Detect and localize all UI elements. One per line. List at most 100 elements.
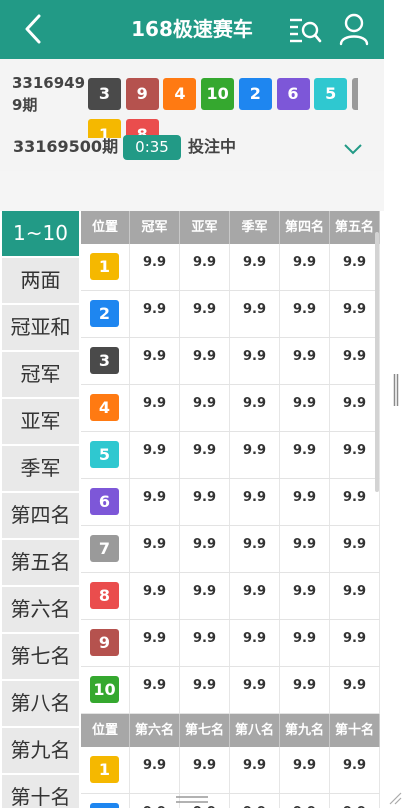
table-row: 5 9.9 9.9 9.9 9.9 9.9 [81, 432, 380, 479]
odds-cell[interactable]: 9.9 [330, 667, 380, 713]
odds-cell[interactable]: 9.9 [130, 432, 180, 478]
odds-cell[interactable]: 9.9 [280, 747, 330, 793]
table-header: 位置 冠军 亚军 季军 第四名 第五名 [81, 211, 380, 244]
odds-cell[interactable]: 9.9 [230, 526, 280, 572]
odds-cell[interactable]: 9.9 [230, 620, 280, 666]
odds-cell[interactable]: 9.9 [230, 479, 280, 525]
odds-cell[interactable]: 9.9 [330, 291, 380, 337]
odds-cell[interactable]: 9.9 [330, 244, 380, 290]
position-cell: 6 [81, 479, 130, 525]
odds-cell[interactable]: 9.9 [230, 338, 280, 384]
table-scrollbar[interactable] [375, 232, 379, 492]
odds-cell[interactable]: 9.9 [180, 573, 230, 619]
chevron-down-icon[interactable] [343, 141, 363, 155]
sidebar-item[interactable]: 第七名 [2, 634, 79, 679]
sidebar-item[interactable]: 第十名 [2, 775, 79, 808]
drag-handle-icon[interactable] [174, 790, 210, 803]
table-row: 4 9.9 9.9 9.9 9.9 9.9 [81, 385, 380, 432]
column-header: 第五名 [330, 211, 380, 244]
odds-cell[interactable]: 9.9 [230, 667, 280, 713]
odds-cell[interactable]: 9.9 [330, 794, 380, 808]
resize-corner-icon[interactable] [388, 790, 402, 805]
odds-cell[interactable]: 9.9 [280, 291, 330, 337]
odds-cell[interactable]: 9.9 [280, 667, 330, 713]
sidebar-item[interactable]: 第五名 [2, 540, 79, 585]
sidebar-item[interactable]: 季军 [2, 446, 79, 491]
number-badge: 2 [90, 803, 119, 808]
column-header: 季军 [230, 211, 280, 244]
draw-ball: 3 [88, 78, 121, 110]
odds-cell[interactable]: 9.9 [130, 338, 180, 384]
odds-cell[interactable]: 9.9 [280, 432, 330, 478]
odds-cell[interactable]: 9.9 [130, 291, 180, 337]
resize-grip-icon[interactable] [393, 374, 399, 406]
list-search-icon[interactable] [288, 14, 322, 44]
odds-cell[interactable]: 9.9 [230, 573, 280, 619]
odds-cell[interactable]: 9.9 [180, 526, 230, 572]
draw-ball: 5 [314, 78, 348, 110]
odds-cell[interactable]: 9.9 [180, 479, 230, 525]
odds-cell[interactable]: 9.9 [330, 620, 380, 666]
odds-cell[interactable]: 9.9 [180, 667, 230, 713]
table-row: 1 9.9 9.9 9.9 9.9 9.9 [81, 747, 380, 794]
sidebar-item[interactable]: 两面 [2, 258, 79, 303]
sidebar-item[interactable]: 第四名 [2, 493, 79, 538]
number-badge: 5 [90, 441, 119, 468]
odds-cell[interactable]: 9.9 [230, 432, 280, 478]
odds-cell[interactable]: 9.9 [230, 747, 280, 793]
odds-cell[interactable]: 9.9 [280, 479, 330, 525]
draw-ball: 2 [238, 78, 272, 110]
odds-cell[interactable]: 9.9 [330, 385, 380, 431]
user-icon[interactable] [338, 12, 370, 46]
odds-cell[interactable]: 9.9 [230, 291, 280, 337]
table-row: 8 9.9 9.9 9.9 9.9 9.9 [81, 573, 380, 620]
odds-cell[interactable]: 9.9 [280, 573, 330, 619]
odds-cell[interactable]: 9.9 [280, 620, 330, 666]
sidebar-item[interactable]: 第九名 [2, 728, 79, 773]
odds-cell[interactable]: 9.9 [330, 526, 380, 572]
odds-cell[interactable]: 9.9 [180, 432, 230, 478]
odds-cell[interactable]: 9.9 [280, 794, 330, 808]
odds-cell[interactable]: 9.9 [130, 747, 180, 793]
odds-cell[interactable]: 9.9 [180, 338, 230, 384]
odds-cell[interactable]: 9.9 [130, 794, 180, 808]
odds-cell[interactable]: 9.9 [180, 620, 230, 666]
odds-cell[interactable]: 9.9 [280, 338, 330, 384]
position-cell: 4 [81, 385, 130, 431]
odds-cell[interactable]: 9.9 [230, 385, 280, 431]
odds-cell[interactable]: 9.9 [130, 667, 180, 713]
sidebar-item[interactable]: 冠军 [2, 352, 79, 397]
odds-table: 位置 冠军 亚军 季军 第四名 第五名 1 9.9 9.9 9.9 9.9 9.9 2 9.9 9.9 9.9… [81, 211, 380, 808]
odds-cell[interactable]: 9.9 [280, 385, 330, 431]
column-header: 第九名 [280, 714, 330, 747]
number-badge: 7 [90, 535, 119, 562]
odds-cell[interactable]: 9.9 [130, 244, 180, 290]
odds-cell[interactable]: 9.9 [280, 244, 330, 290]
odds-cell[interactable]: 9.9 [230, 794, 280, 808]
sidebar-item[interactable]: 第八名 [2, 681, 79, 726]
sidebar-item[interactable]: 1~10 [2, 211, 79, 256]
odds-cell[interactable]: 9.9 [230, 244, 280, 290]
odds-cell[interactable]: 9.9 [330, 432, 380, 478]
odds-cell[interactable]: 9.9 [180, 747, 230, 793]
odds-cell[interactable]: 9.9 [130, 620, 180, 666]
odds-cell[interactable]: 9.9 [180, 385, 230, 431]
number-badge: 1 [90, 253, 119, 280]
odds-cell[interactable]: 9.9 [130, 479, 180, 525]
position-cell: 2 [81, 291, 130, 337]
odds-cell[interactable]: 9.9 [130, 385, 180, 431]
odds-cell[interactable]: 9.9 [330, 747, 380, 793]
odds-cell[interactable]: 9.9 [180, 291, 230, 337]
sidebar-item[interactable]: 亚军 [2, 399, 79, 444]
odds-cell[interactable]: 9.9 [180, 244, 230, 290]
odds-cell[interactable]: 9.9 [130, 573, 180, 619]
odds-cell[interactable]: 9.9 [330, 479, 380, 525]
column-header: 第十名 [330, 714, 380, 747]
sidebar-item[interactable]: 第六名 [2, 587, 79, 632]
odds-cell[interactable]: 9.9 [280, 526, 330, 572]
odds-cell[interactable]: 9.9 [330, 338, 380, 384]
draw-ball: 9 [125, 78, 159, 110]
sidebar-item[interactable]: 冠亚和 [2, 305, 79, 350]
odds-cell[interactable]: 9.9 [330, 573, 380, 619]
odds-cell[interactable]: 9.9 [130, 526, 180, 572]
